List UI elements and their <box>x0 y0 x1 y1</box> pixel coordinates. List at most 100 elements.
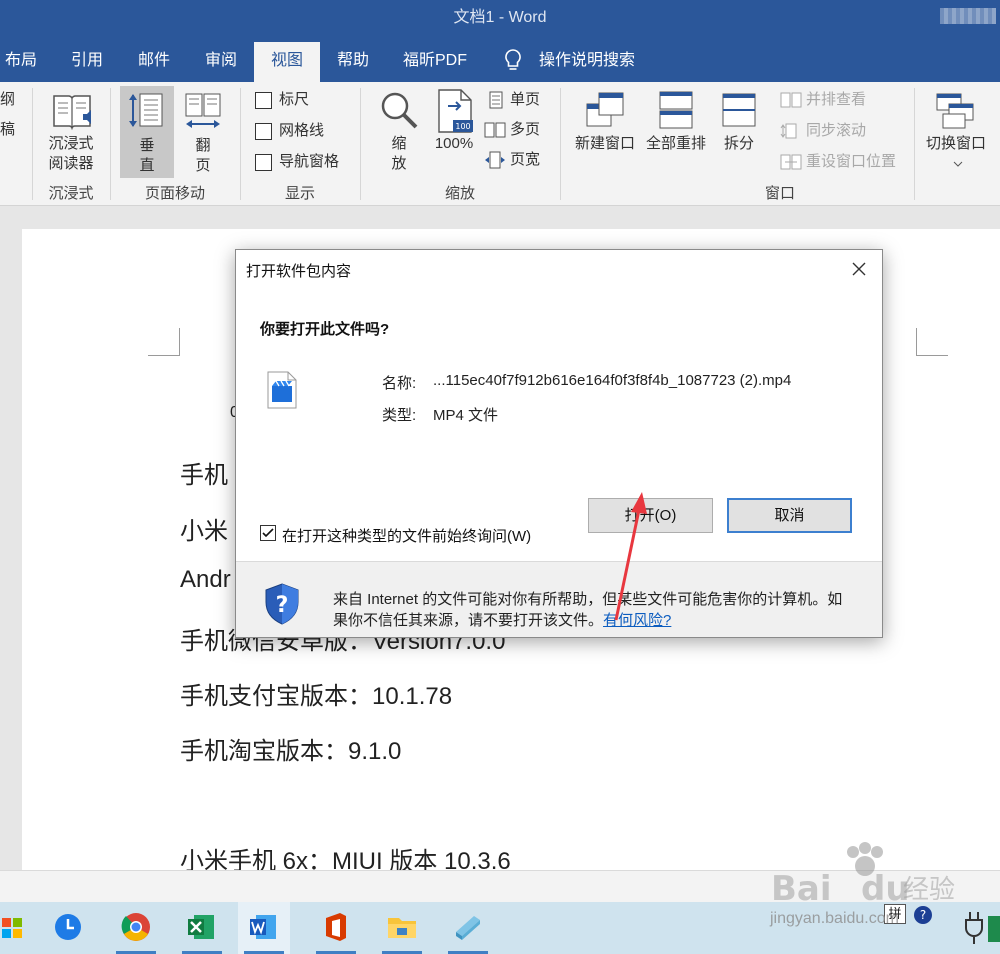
power-plug-icon[interactable] <box>962 910 986 946</box>
tab-help[interactable]: 帮助 <box>322 42 384 82</box>
reset-window-position-button[interactable]: 重设窗口位置 <box>806 152 896 172</box>
ribbon-separator <box>360 88 361 200</box>
file-name-value: ...115ec40f7f912b616e164f0f3f8f4b_108772… <box>433 372 792 389</box>
group-label-show: 显示 <box>284 185 315 202</box>
office-icon[interactable] <box>310 902 362 954</box>
page-width-button[interactable]: 页宽 <box>510 150 540 170</box>
security-shield-icon: ? <box>265 583 299 625</box>
tab-mailings[interactable]: 邮件 <box>123 42 185 82</box>
gridlines-label[interactable]: 网格线 <box>279 121 324 141</box>
always-ask-checkbox[interactable] <box>260 525 276 541</box>
window-title: 文档1 - Word <box>453 9 547 26</box>
draft-button[interactable]: 稿 <box>0 120 15 140</box>
arrange-all-icon <box>659 91 693 129</box>
group-label-immersive: 沉浸式 <box>48 185 94 202</box>
open-button[interactable]: 打开(O) <box>588 498 713 533</box>
hundred-percent-icon: 100 <box>438 89 473 133</box>
one-page-button[interactable]: 单页 <box>510 90 540 110</box>
ribbon-tab-bar: 布局 引用 邮件 审阅 视图 帮助 福昕PDF 操作说明搜索 <box>0 38 1000 82</box>
svg-text:经验: 经验 <box>903 875 955 905</box>
type-label: 类型: <box>382 407 417 424</box>
doc-line: 手机支付宝版本：10.1.78 <box>180 683 453 710</box>
ribbon-separator <box>914 88 915 200</box>
vertical-page-movement-button[interactable]: 垂 直 <box>120 86 174 178</box>
switch-windows-icon <box>936 93 974 129</box>
synchronous-scrolling-button[interactable]: 同步滚动 <box>806 121 866 141</box>
immersive-reader-icon <box>53 95 91 131</box>
video-file-icon <box>267 371 297 409</box>
dialog-title-bar[interactable]: 打开软件包内容 <box>236 250 882 290</box>
split-button[interactable]: 拆分 <box>716 134 762 154</box>
side-to-side-button[interactable]: 翻 页 <box>178 86 228 178</box>
zoom-100-button[interactable]: 100% <box>426 134 482 154</box>
gridlines-checkbox[interactable] <box>255 123 272 140</box>
doc-line: 小米手机 6x：MIUI 版本 10.3.6 <box>180 848 511 870</box>
watermark-url: jingyan.baidu.com <box>770 910 899 927</box>
explorer-icon[interactable] <box>376 902 428 954</box>
warning-text: 来自 Internet 的文件可能对你有所帮助，但某些文件可能危害你的计算机。如… <box>333 591 843 629</box>
account-area[interactable] <box>940 8 996 24</box>
vertical-label: 垂 直 <box>139 137 155 174</box>
new-window-button[interactable]: 新建窗口 <box>570 134 640 154</box>
crop-mark <box>148 328 180 356</box>
svg-text:Bai: Bai <box>771 869 832 909</box>
vertical-scroll-icon <box>129 93 163 127</box>
side-by-side-icon <box>780 92 802 108</box>
group-label-zoom: 缩放 <box>444 185 475 202</box>
tell-me-search[interactable]: 操作说明搜索 <box>532 42 642 82</box>
chevron-down-icon[interactable] <box>953 160 963 168</box>
doc-line: 小米 <box>180 518 228 545</box>
group-label-page-movement: 页面移动 <box>144 185 205 202</box>
warning-message: 来自 Internet 的文件可能对你有所帮助，但某些文件可能危害你的计算机。如… <box>333 589 853 631</box>
dialog-body: 你要打开此文件吗? 名称: ...115ec40f7f912b616e164f0… <box>236 290 882 561</box>
ruler-checkbox[interactable] <box>255 92 272 109</box>
navigation-pane-checkbox[interactable] <box>255 154 272 171</box>
chrome-icon[interactable] <box>110 902 162 954</box>
store-icon[interactable] <box>0 902 38 954</box>
navigation-pane-label[interactable]: 导航窗格 <box>279 152 339 172</box>
notification-badge[interactable] <box>988 916 1000 942</box>
name-label: 名称: <box>382 375 417 392</box>
view-side-by-side-button[interactable]: 并排查看 <box>806 90 866 110</box>
arrange-all-button[interactable]: 全部重排 <box>640 134 712 154</box>
page-width-icon <box>485 151 505 169</box>
tab-layout[interactable]: 布局 <box>0 42 42 82</box>
multiple-pages-button[interactable]: 多页 <box>510 120 540 140</box>
clock-icon[interactable] <box>42 902 94 954</box>
multiple-pages-icon <box>484 122 506 138</box>
switch-windows-button[interactable]: 切换窗口 <box>920 134 992 154</box>
doc-line: Andr <box>180 566 231 593</box>
crop-mark <box>916 328 948 356</box>
word-icon[interactable] <box>238 902 290 954</box>
ribbon-view: 纲 稿 沉浸式 阅读器 沉浸式 垂 直 翻 页 页面移动 标尺 网格线 导航窗格… <box>0 82 1000 206</box>
notepad-icon[interactable] <box>442 902 494 954</box>
hundred-badge: 100 <box>455 122 470 131</box>
zoom-button[interactable]: 缩 放 <box>378 134 420 174</box>
tab-review[interactable]: 审阅 <box>190 42 252 82</box>
ribbon-separator <box>560 88 561 200</box>
excel-icon[interactable] <box>176 902 228 954</box>
ribbon-separator <box>32 88 33 200</box>
outline-button[interactable]: 纲 <box>0 90 15 110</box>
sync-scroll-icon <box>780 123 797 139</box>
file-type-value: MP4 文件 <box>433 407 499 424</box>
lightbulb-icon[interactable] <box>502 48 524 72</box>
checkmark-icon <box>262 528 274 538</box>
flip-label: 翻 页 <box>195 137 211 174</box>
new-window-icon <box>586 92 624 127</box>
group-label-window: 窗口 <box>764 185 795 202</box>
immersive-reader-button[interactable]: 沉浸式 阅读器 <box>38 134 104 174</box>
close-icon[interactable] <box>844 258 874 282</box>
ruler-label[interactable]: 标尺 <box>279 90 309 110</box>
dialog-warning-footer: ? 来自 Internet 的文件可能对你有所帮助，但某些文件可能危害你的计算机… <box>236 562 882 637</box>
tab-view[interactable]: 视图 <box>254 42 320 82</box>
tab-references[interactable]: 引用 <box>56 42 118 82</box>
what-is-the-risk-link[interactable]: 有何风险? <box>603 612 671 629</box>
always-ask-label[interactable]: 在打开这种类型的文件前始终询问(W) <box>282 525 531 546</box>
cancel-button[interactable]: 取消 <box>727 498 852 533</box>
tab-foxit-pdf[interactable]: 福昕PDF <box>390 42 480 82</box>
svg-text:?: ? <box>276 593 289 618</box>
flip-pages-icon <box>185 93 221 128</box>
ribbon-separator <box>110 88 111 200</box>
one-page-icon <box>489 91 503 109</box>
